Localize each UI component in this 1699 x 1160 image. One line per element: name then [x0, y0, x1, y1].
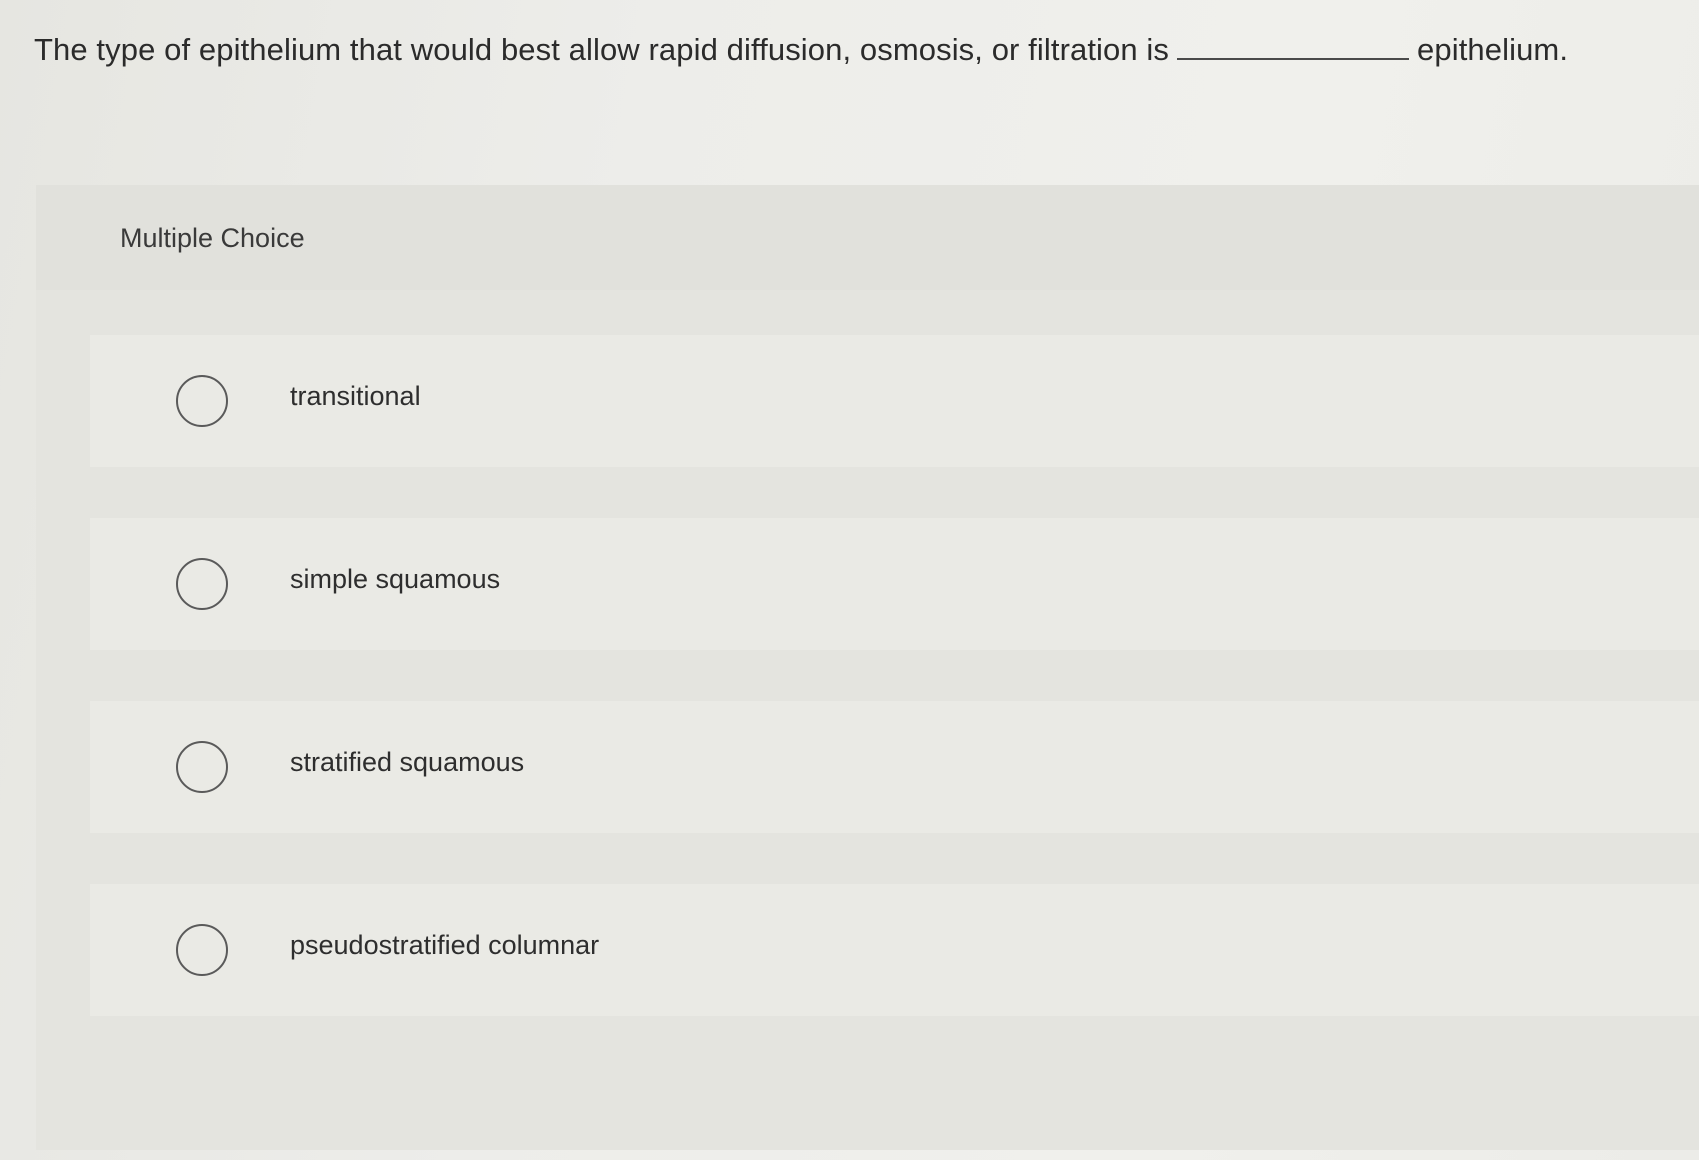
radio-button[interactable] — [176, 924, 228, 976]
multiple-choice-panel: Multiple Choice transitional simple squa… — [36, 185, 1699, 1150]
option-label: stratified squamous — [290, 747, 525, 777]
answer-blank — [1177, 34, 1410, 60]
question-text-before: The type of epithelium that would best a… — [34, 32, 1170, 67]
option-pseudostratified-columnar[interactable]: pseudostratified columnar — [90, 884, 1699, 1016]
radio-button[interactable] — [176, 741, 228, 793]
radio-button[interactable] — [176, 375, 228, 427]
question-text: The type of epithelium that would best a… — [34, 30, 1674, 70]
option-label: transitional — [290, 381, 421, 411]
option-transitional[interactable]: transitional — [90, 335, 1699, 467]
panel-header: Multiple Choice — [36, 185, 1699, 290]
multiple-choice-label: Multiple Choice — [120, 223, 305, 253]
option-label: simple squamous — [290, 564, 501, 594]
option-stratified-squamous[interactable]: stratified squamous — [90, 701, 1699, 833]
radio-button[interactable] — [176, 558, 228, 610]
option-label: pseudostratified columnar — [290, 930, 600, 960]
question-text-after: epithelium. — [1417, 32, 1569, 67]
option-simple-squamous[interactable]: simple squamous — [90, 518, 1699, 650]
